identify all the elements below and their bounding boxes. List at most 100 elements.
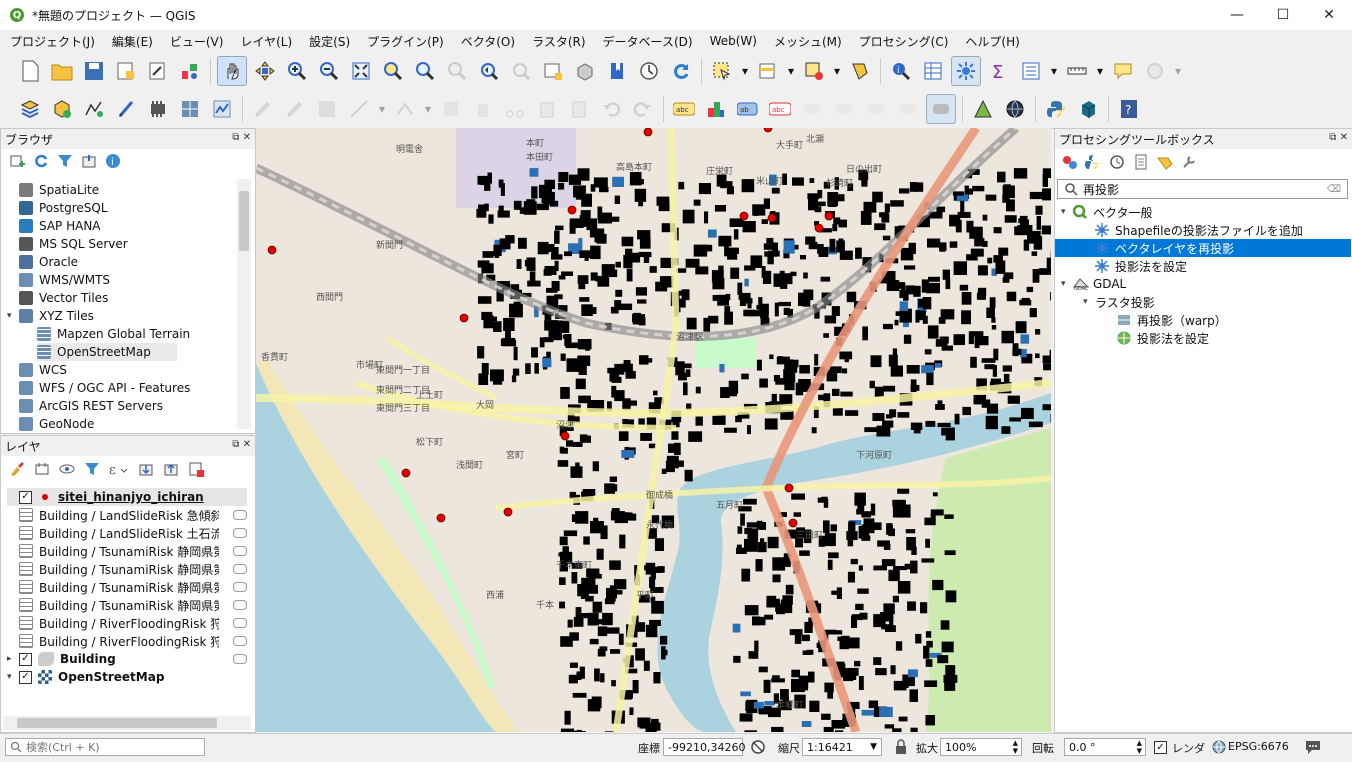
georeferencer-icon[interactable]: [969, 95, 997, 123]
toolbox-item[interactable]: 投影法を設定: [1055, 257, 1351, 275]
expand-arrow-icon[interactable]: ▾: [7, 672, 17, 682]
locator-search-input[interactable]: 検索(Ctrl + K): [5, 738, 205, 756]
layer-item[interactable]: Building / TsunamiRisk 静岡県第４: [7, 596, 247, 614]
history-icon[interactable]: [1109, 154, 1125, 170]
filter-indicator-icon[interactable]: [233, 582, 247, 592]
select-dropdown-chevron-icon[interactable]: ▾: [740, 57, 750, 85]
copy-features-icon[interactable]: [533, 95, 561, 123]
help-icon[interactable]: ?: [1115, 95, 1143, 123]
add-wms-layer-icon[interactable]: [176, 95, 204, 123]
python-console-icon[interactable]: [1042, 95, 1070, 123]
attribute-dropdown-chevron-icon[interactable]: ▾: [786, 57, 796, 85]
layer-visibility-checkbox[interactable]: ✓: [19, 653, 32, 666]
menu-processing[interactable]: プロセシング(C): [849, 33, 956, 50]
highlight-pinned-labels-icon[interactable]: ab: [734, 95, 762, 123]
layers-hscrollbar[interactable]: [3, 716, 251, 730]
measure-dropdown-chevron-icon[interactable]: ▾: [1095, 57, 1105, 85]
save-edits-icon[interactable]: [313, 95, 341, 123]
browser-item[interactable]: OpenStreetMap: [37, 343, 177, 361]
redo-icon[interactable]: [629, 95, 657, 123]
change-label-icon[interactable]: [894, 95, 922, 123]
menu-raster[interactable]: ラスタ(R): [522, 33, 592, 50]
menu-web[interactable]: Web(W): [700, 34, 764, 48]
rotate-label-icon[interactable]: [862, 95, 890, 123]
layer-item[interactable]: ▸✓Building: [7, 650, 247, 668]
scripts-icon[interactable]: [1085, 154, 1101, 170]
edit-features-in-place-icon[interactable]: [1157, 154, 1173, 170]
layer-item[interactable]: ▾✓OpenStreetMap: [7, 668, 247, 686]
menu-plugins[interactable]: プラグイン(P): [357, 33, 451, 50]
zoom-full-icon[interactable]: [347, 57, 375, 85]
add-group-icon[interactable]: [34, 461, 50, 477]
models-icon[interactable]: [1061, 154, 1077, 170]
toolbox-item[interactable]: 投影法を設定: [1055, 329, 1351, 347]
layer-item[interactable]: Building / LandSlideRisk 土石流: [7, 524, 247, 542]
toggle-editing-icon[interactable]: [249, 95, 277, 123]
show-layout-icon[interactable]: [1017, 57, 1045, 85]
new-geopackage-layer-icon[interactable]: [48, 95, 76, 123]
open-project-icon[interactable]: [48, 57, 76, 85]
expand-arrow-icon[interactable]: ▾: [1083, 297, 1093, 307]
filter-legend-icon[interactable]: [84, 461, 100, 477]
add-delimited-text-icon[interactable]: [112, 95, 140, 123]
toolbox-item[interactable]: Shapefileの投影法ファイルを追加: [1055, 221, 1351, 239]
scale-combobox[interactable]: 1:16421▼: [802, 738, 882, 756]
identify-features-icon[interactable]: i: [887, 57, 915, 85]
rotation-spin-arrows-icon[interactable]: ▲▼: [1137, 739, 1142, 755]
browser-item[interactable]: Oracle: [7, 253, 78, 271]
collapse-all-icon[interactable]: [81, 153, 97, 169]
add-selected-layers-icon[interactable]: [9, 153, 25, 169]
browser-item[interactable]: ArcGIS REST Servers: [7, 397, 163, 415]
show-hide-labels-icon[interactable]: [798, 95, 826, 123]
crs-globe-icon[interactable]: [1212, 740, 1226, 754]
rotation-spinbox[interactable]: 0.0 °▲▼: [1064, 738, 1146, 756]
panel-float-close-icon[interactable]: ⧉ ✕: [232, 439, 251, 450]
measure-line-icon[interactable]: [1063, 57, 1091, 85]
filter-indicator-icon[interactable]: [233, 600, 247, 610]
add-wfs-layer-icon[interactable]: [208, 95, 236, 123]
toolbox-item[interactable]: ベクタレイヤを再投影: [1055, 239, 1351, 257]
clear-search-icon[interactable]: ⌫: [1327, 184, 1341, 195]
expand-arrow-icon[interactable]: ▾: [1061, 207, 1071, 217]
layout-dropdown-chevron-icon[interactable]: ▾: [1049, 57, 1059, 85]
deselect-all-icon[interactable]: [800, 57, 828, 85]
toolbox-item[interactable]: ▾ラスタ投影: [1055, 293, 1351, 311]
browser-item[interactable]: ▾XYZ Tiles: [7, 307, 94, 325]
browser-item[interactable]: Vector Tiles: [7, 289, 108, 307]
filter-indicator-icon[interactable]: [233, 654, 247, 664]
new-3d-map-view-icon[interactable]: [571, 57, 599, 85]
cut-features-icon[interactable]: [501, 95, 529, 123]
filter-by-expression-icon[interactable]: ε: [109, 461, 129, 477]
filter-icon[interactable]: [57, 153, 73, 169]
layer-visibility-checkbox[interactable]: ✓: [19, 671, 32, 684]
undo-icon[interactable]: [597, 95, 625, 123]
render-checkbox[interactable]: ✓: [1154, 741, 1167, 754]
3d-plugin-icon[interactable]: [1074, 95, 1102, 123]
move-label-icon[interactable]: [830, 95, 858, 123]
pan-map-icon[interactable]: [217, 56, 247, 86]
collapse-all-icon[interactable]: [163, 461, 179, 477]
temporal-controller-icon[interactable]: [635, 57, 663, 85]
layer-item[interactable]: Building / RiverFloodingRisk 狩野川: [7, 632, 247, 650]
menu-help[interactable]: ヘルプ(H): [955, 33, 1026, 50]
remove-layer-icon[interactable]: [188, 461, 204, 477]
deselect-dropdown-chevron-icon[interactable]: ▾: [832, 57, 842, 85]
maximize-button[interactable]: ☐: [1260, 0, 1306, 30]
browser-item[interactable]: GeoNode: [7, 415, 94, 431]
menu-layer[interactable]: レイヤ(L): [230, 33, 299, 50]
menu-settings[interactable]: 設定(S): [299, 33, 357, 50]
coordinate-toggle-icon[interactable]: [750, 739, 766, 755]
style-manager-icon[interactable]: [176, 57, 204, 85]
panel-float-close-icon[interactable]: ⧉ ✕: [232, 132, 251, 143]
select-by-attribute-icon[interactable]: [754, 57, 782, 85]
zoom-last-icon[interactable]: [475, 57, 503, 85]
browser-item[interactable]: MS SQL Server: [7, 235, 128, 253]
spatial-bookmark-icon[interactable]: [603, 57, 631, 85]
results-viewer-icon[interactable]: [1133, 154, 1149, 170]
statistical-summary-icon[interactable]: Σ: [985, 57, 1013, 85]
filter-indicator-icon[interactable]: [233, 528, 247, 538]
digitize-dropdown-chevron-icon[interactable]: ▾: [377, 95, 387, 123]
layer-labeling-icon[interactable]: abc: [670, 95, 698, 123]
new-print-layout-icon[interactable]: [112, 57, 140, 85]
expand-arrow-icon[interactable]: ▾: [7, 311, 17, 321]
